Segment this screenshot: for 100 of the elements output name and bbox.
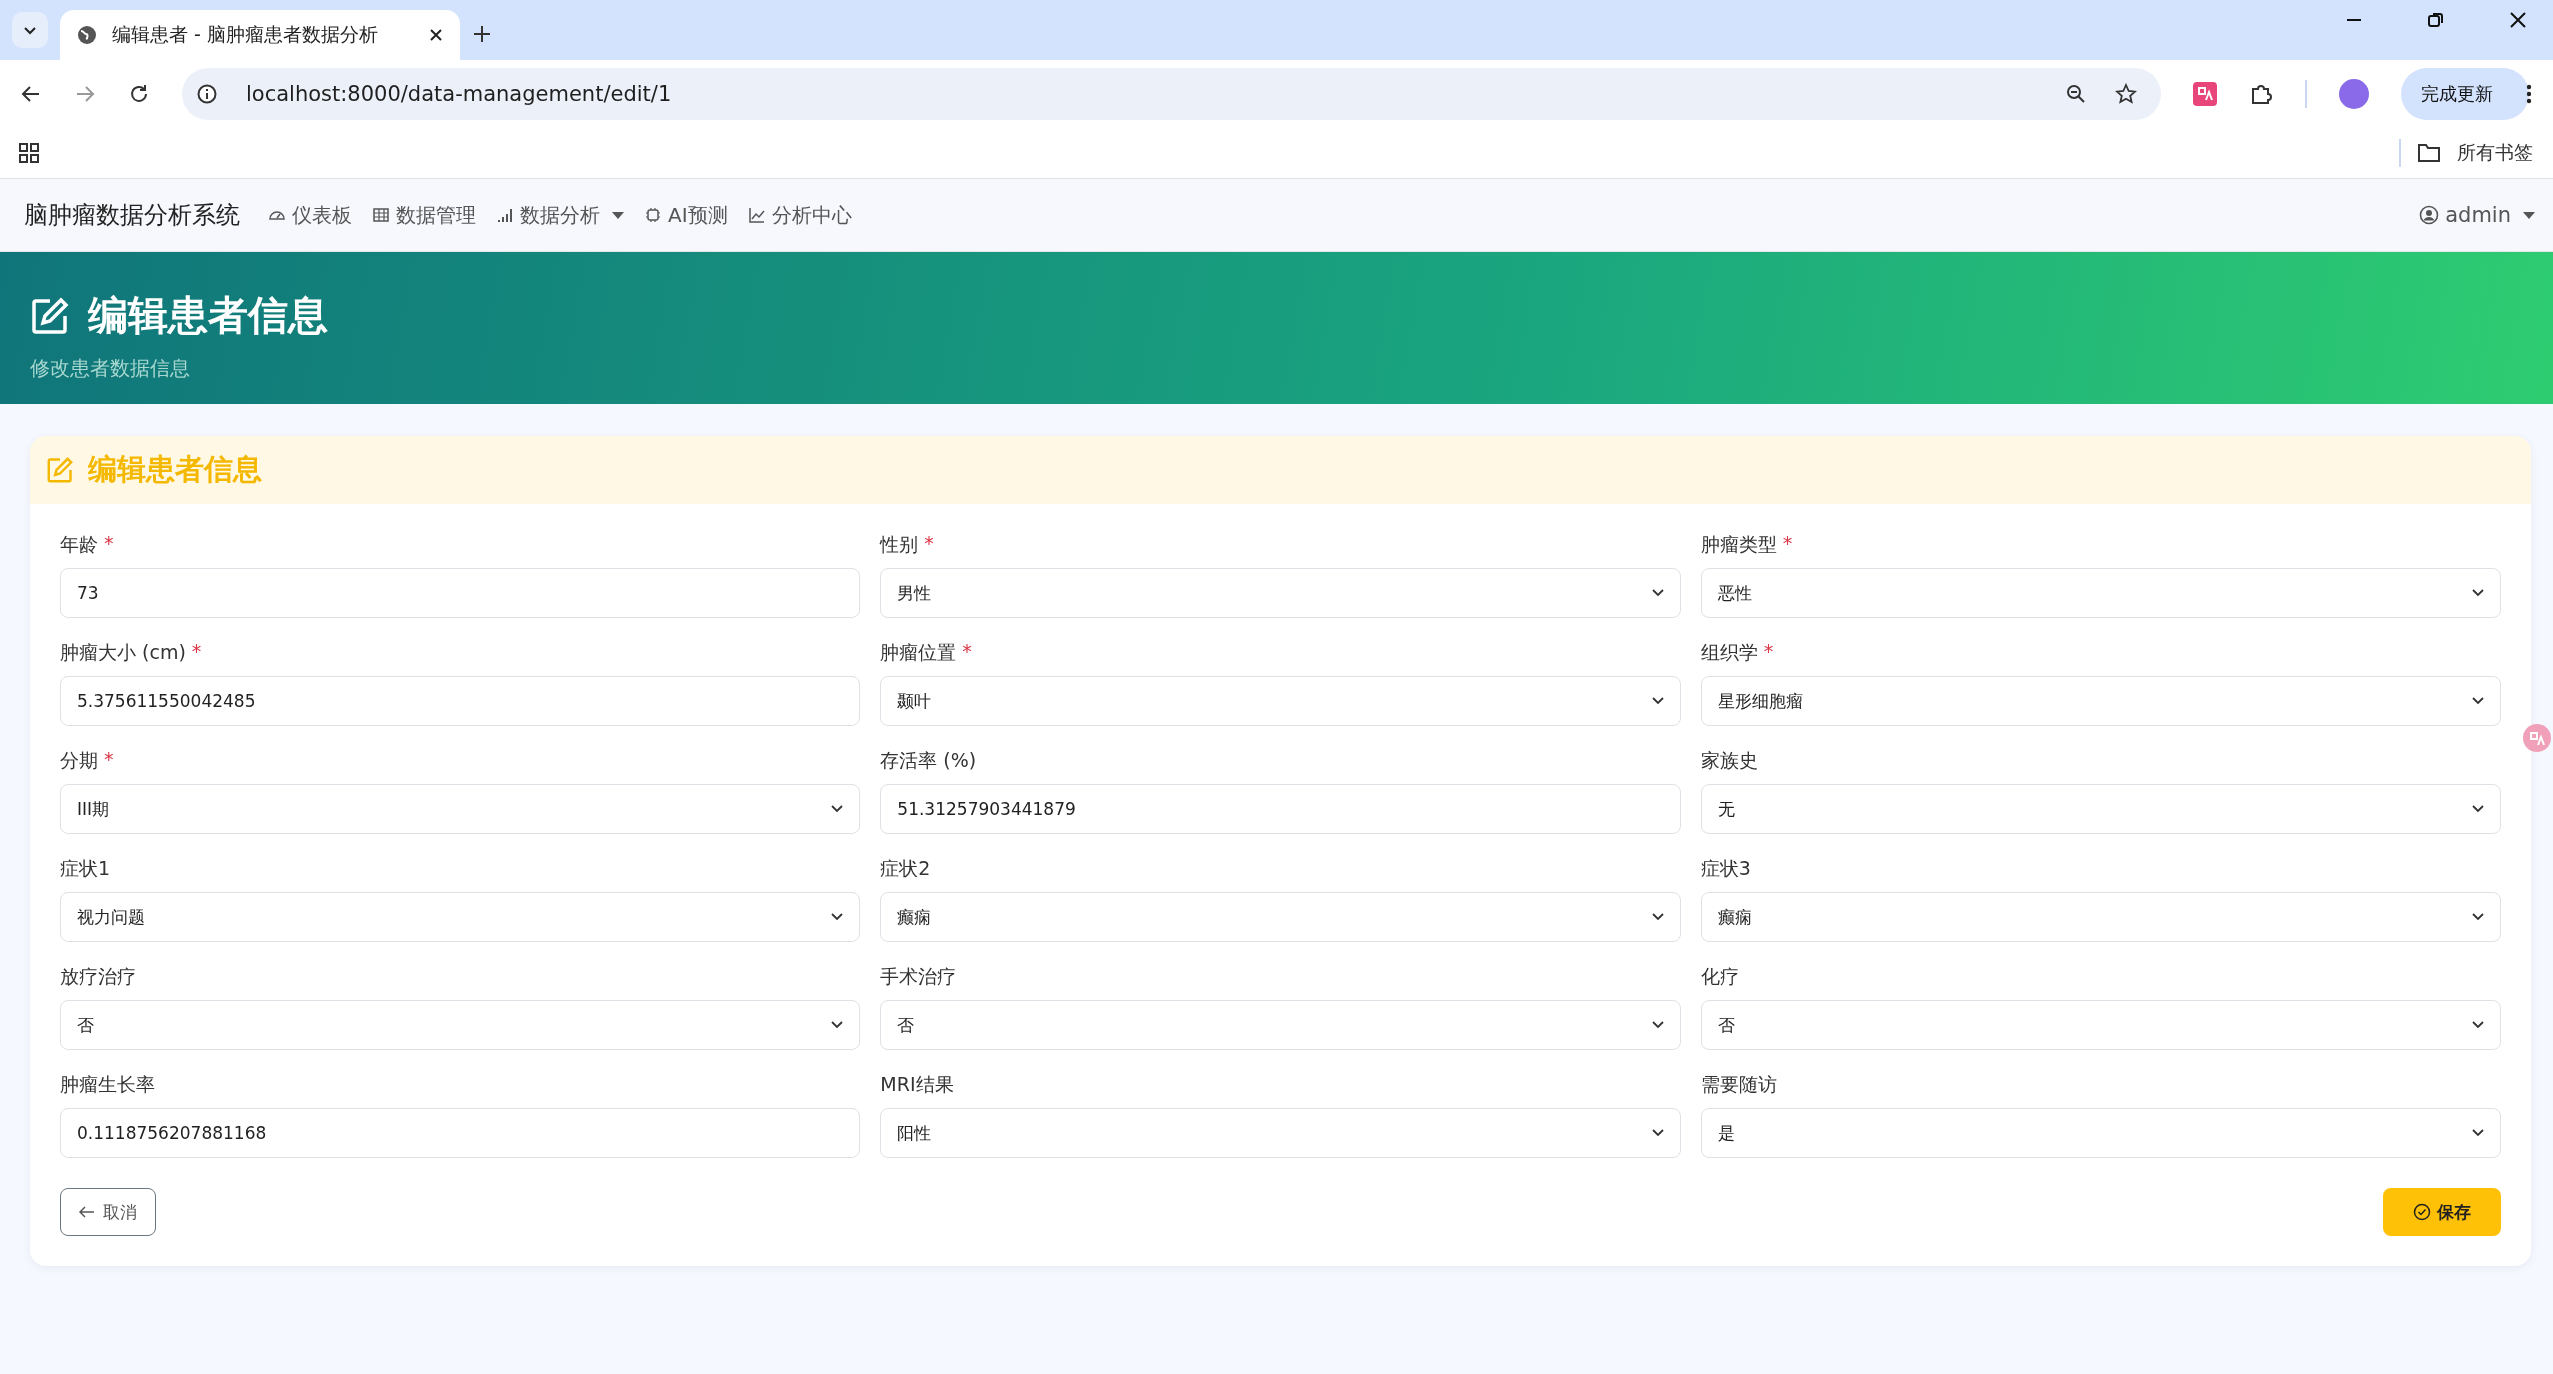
bar-chart-icon xyxy=(496,206,514,224)
update-button[interactable]: 完成更新 xyxy=(2401,68,2529,120)
field-label: 肿瘤类型 xyxy=(1700,532,1777,557)
chip-icon xyxy=(644,206,662,224)
nav-link[interactable]: 数据分析 xyxy=(496,201,624,229)
chevron-down-icon xyxy=(2472,1021,2484,1029)
required-mark: * xyxy=(191,640,202,664)
field-label: 组织学 xyxy=(1700,640,1758,665)
field-label: 肿瘤位置 xyxy=(880,640,957,665)
avatar-icon[interactable] xyxy=(2339,79,2369,109)
required-mark: * xyxy=(104,748,114,772)
apps-icon[interactable] xyxy=(18,142,40,164)
field-label: 手术治疗 xyxy=(880,964,957,989)
select-dropdown[interactable]: 男性 xyxy=(880,568,1681,618)
star-icon[interactable] xyxy=(2115,83,2137,105)
select-dropdown[interactable]: 癫痫 xyxy=(880,892,1681,942)
field-label: 分期 xyxy=(60,748,98,773)
close-icon[interactable] xyxy=(428,27,444,43)
page-title: 编辑患者信息 xyxy=(88,291,328,340)
select-dropdown[interactable]: 无 xyxy=(1700,784,2501,834)
user-menu[interactable]: admin xyxy=(2419,203,2535,227)
required-mark: * xyxy=(924,532,934,556)
arrow-left-icon xyxy=(79,1206,95,1218)
chevron-down-icon xyxy=(831,913,844,921)
select-dropdown[interactable]: 阳性 xyxy=(880,1108,1681,1158)
required-mark: * xyxy=(962,640,972,664)
select-dropdown[interactable]: 癫痫 xyxy=(1700,892,2501,942)
select-dropdown[interactable]: 否 xyxy=(60,1000,861,1050)
chevron-down-icon xyxy=(831,805,844,813)
reload-icon[interactable] xyxy=(128,83,150,105)
edit-icon xyxy=(30,295,70,336)
select-dropdown[interactable]: 是 xyxy=(1700,1108,2501,1158)
nav-link[interactable]: AI预测 xyxy=(644,201,728,229)
select-dropdown[interactable]: 否 xyxy=(1700,1000,2501,1050)
bookmarks-link[interactable]: 所有书签 xyxy=(2457,140,2533,166)
chevron-down-icon xyxy=(2472,913,2484,921)
card-title: 编辑患者信息 xyxy=(88,451,262,488)
select-dropdown[interactable]: 星形细胞瘤 xyxy=(1700,676,2501,726)
field-label: 存活率 (%) xyxy=(880,748,977,773)
chevron-down-icon xyxy=(2472,1129,2484,1137)
brand-title[interactable]: 脑肿瘤数据分析系统 xyxy=(24,199,240,231)
browser-tab[interactable]: 编辑患者 - 脑肿瘤患者数据分析 xyxy=(60,10,460,60)
chevron-down-icon xyxy=(1651,589,1664,597)
field-label: MRI结果 xyxy=(880,1072,954,1097)
chevron-down-icon xyxy=(831,1021,844,1029)
user-icon xyxy=(2419,205,2440,225)
field-label: 肿瘤大小 (cm) xyxy=(60,640,186,665)
globe-icon xyxy=(76,24,98,46)
tab-search-button[interactable] xyxy=(12,12,48,48)
puzzle-icon[interactable] xyxy=(2249,82,2273,106)
zoom-out-icon[interactable] xyxy=(2065,83,2087,105)
field-label: 家族史 xyxy=(1700,748,1758,773)
field-label: 性别 xyxy=(880,532,919,557)
field-label: 症状2 xyxy=(880,856,931,881)
url-text: localhost:8000/data-management/edit/1 xyxy=(246,82,672,106)
select-dropdown[interactable]: 恶性 xyxy=(1700,568,2501,618)
page-subtitle: 修改患者数据信息 xyxy=(30,355,191,382)
new-tab-icon[interactable] xyxy=(472,24,492,44)
info-icon[interactable] xyxy=(196,83,218,105)
select-dropdown[interactable]: 否 xyxy=(880,1000,1681,1050)
field-label: 放疗治疗 xyxy=(60,964,136,989)
restore-icon[interactable] xyxy=(2427,11,2445,29)
caret-icon xyxy=(2523,211,2535,219)
edit-icon xyxy=(46,456,74,484)
translate-icon[interactable] xyxy=(2193,82,2217,106)
select-dropdown[interactable]: 颞叶 xyxy=(880,676,1681,726)
check-circle-icon xyxy=(2413,1203,2431,1221)
chevron-down-icon xyxy=(2472,589,2484,597)
chevron-down-icon xyxy=(2472,805,2484,813)
table-icon xyxy=(372,206,390,224)
field-label: 需要随访 xyxy=(1700,1072,1777,1097)
chevron-down-icon xyxy=(1651,913,1664,921)
address-bar[interactable]: localhost:8000/data-management/edit/1 xyxy=(182,68,2161,120)
select-dropdown[interactable]: III期 xyxy=(60,784,861,834)
nav-link[interactable]: 数据管理 xyxy=(372,201,476,229)
input-field[interactable]: 5.375611550042485 xyxy=(60,676,861,726)
chevron-down-icon xyxy=(1651,1129,1664,1137)
nav-link[interactable]: 仪表板 xyxy=(268,201,352,229)
tab-title: 编辑患者 - 脑肿瘤患者数据分析 xyxy=(112,22,379,47)
select-dropdown[interactable]: 视力问题 xyxy=(60,892,861,942)
input-field[interactable]: 51.31257903441879 xyxy=(880,784,1681,834)
field-label: 症状3 xyxy=(1700,856,1751,881)
chevron-down-icon xyxy=(2472,697,2484,705)
field-label: 肿瘤生长率 xyxy=(60,1072,155,1097)
required-mark: * xyxy=(1763,640,1774,664)
field-label: 化疗 xyxy=(1700,964,1739,989)
field-label: 年龄 xyxy=(60,532,98,557)
nav-link[interactable]: 分析中心 xyxy=(747,201,852,229)
required-mark: * xyxy=(1782,532,1793,556)
line-chart-icon xyxy=(747,206,766,224)
close-icon[interactable] xyxy=(2509,11,2527,29)
save-button[interactable]: 保存 xyxy=(2383,1188,2501,1236)
folder-icon[interactable] xyxy=(2417,143,2441,163)
chevron-down-icon xyxy=(1651,697,1664,705)
chevron-down-icon xyxy=(1651,1021,1664,1029)
input-field[interactable]: 73 xyxy=(60,568,861,618)
cancel-button[interactable]: 取消 xyxy=(60,1188,156,1236)
input-field[interactable]: 0.1118756207881168 xyxy=(60,1108,861,1158)
field-label: 症状1 xyxy=(60,856,111,881)
more-icon[interactable] xyxy=(2525,83,2533,105)
